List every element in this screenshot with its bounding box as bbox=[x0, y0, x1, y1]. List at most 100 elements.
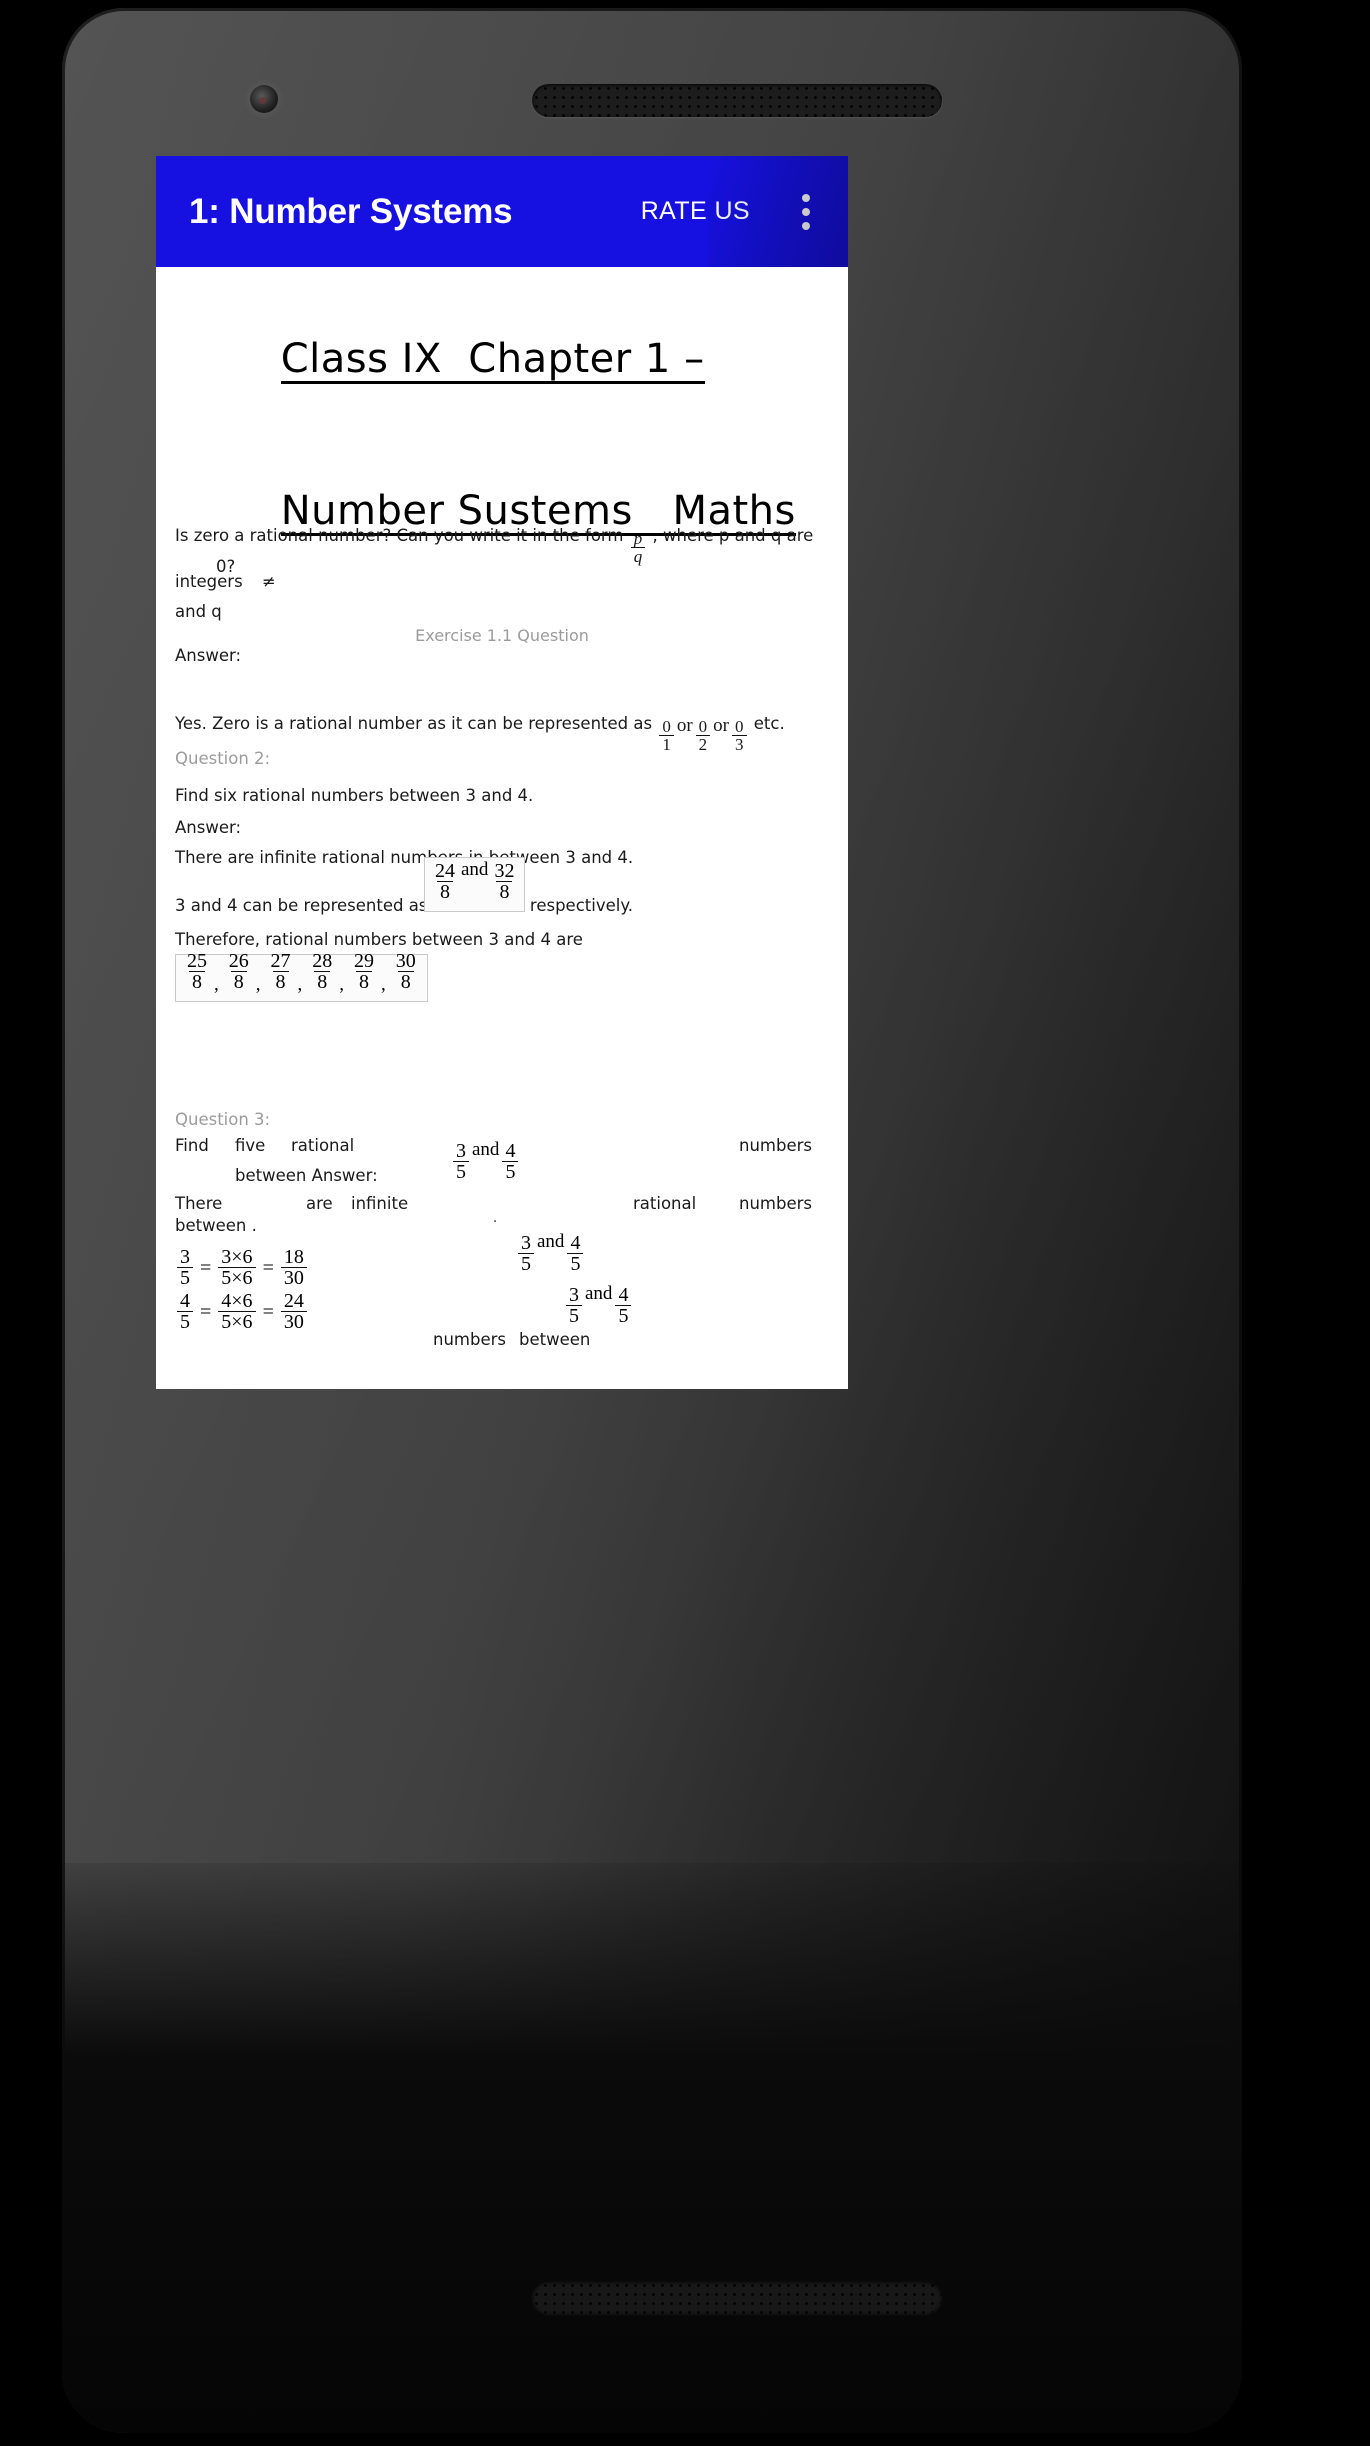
question-3-line-4-between: between . bbox=[175, 1216, 257, 1235]
fraction-3-over-5: 35 bbox=[518, 1233, 534, 1275]
fraction-denominator: 2 bbox=[695, 734, 711, 753]
question-2-line-2-after: respectively. bbox=[529, 896, 633, 915]
equals-sign: = bbox=[262, 1257, 274, 1280]
question-2-line-2-before: 3 and 4 can be represented as bbox=[175, 896, 428, 915]
fraction-numerator: 4 bbox=[570, 1232, 581, 1254]
question-3-line-3-rational: rational bbox=[633, 1194, 697, 1213]
fraction-numerator: 29 bbox=[354, 950, 374, 972]
not-equal-icon: ≠ bbox=[261, 572, 276, 592]
fraction-3x6-over-5x6: 3×6 5×6 bbox=[218, 1246, 256, 1289]
more-vert-icon[interactable] bbox=[778, 177, 834, 247]
fraction-denominator: 8 bbox=[314, 971, 331, 993]
exercise-label: Exercise 1.1 Question bbox=[415, 626, 589, 645]
or-label: or bbox=[676, 715, 693, 736]
question-2-text: Find six rational numbers between 3 and … bbox=[175, 786, 534, 805]
fraction-numerator: 4×6 bbox=[221, 1290, 253, 1312]
fraction-numerator: 26 bbox=[228, 950, 249, 972]
fraction-numerator: 28 bbox=[312, 950, 333, 972]
fraction-denominator: 5×6 bbox=[218, 1311, 256, 1333]
fraction-numerator: 30 bbox=[395, 950, 416, 972]
question-1-answer-text-after: etc. bbox=[753, 714, 785, 733]
question-1-answer-text: Yes. Zero is a rational number as it can… bbox=[175, 713, 835, 759]
fraction-separator: , bbox=[214, 973, 219, 995]
question-3-label: Question 3: bbox=[175, 1110, 271, 1129]
earpiece-speaker-icon bbox=[532, 84, 942, 117]
fraction-numerator: 3×6 bbox=[221, 1246, 253, 1268]
fraction-numerator: 0 bbox=[698, 716, 708, 736]
question-2-label: Question 2: bbox=[175, 749, 271, 768]
question-3-line-1-five: five bbox=[235, 1136, 266, 1155]
equals-sign: = bbox=[200, 1257, 212, 1280]
more-vert-dot bbox=[802, 193, 810, 202]
equation-row-2: 45 = 4×6 5×6 = 24 30 bbox=[175, 1291, 309, 1339]
fraction-pair-3-5-and-4-5-secondary: 3 5 and 4 5 bbox=[516, 1231, 585, 1281]
question-2-answer-line-2: 3 and 4 can be represented as respective… bbox=[175, 895, 633, 917]
fraction-denominator: 3 bbox=[732, 734, 747, 753]
fraction-row: 25 8, 26 8, 27 8, 28 8, 29 8, 30 8 bbox=[182, 951, 421, 999]
document-content[interactable]: Class IX Chapter 1 – Number Sustems Math… bbox=[156, 267, 848, 1389]
fraction-3-over-5-lhs: 35 bbox=[177, 1247, 193, 1289]
phone-screen: 1: Number Systems RATE US Class IX Chapt… bbox=[156, 156, 848, 1389]
question-3-line-2-between-answer: between Answer: bbox=[235, 1166, 378, 1185]
fraction-29-over-8: 29 8 bbox=[351, 951, 377, 993]
and-label: and bbox=[472, 1139, 500, 1160]
fraction-separator: , bbox=[255, 973, 261, 995]
fraction-25-over-8: 25 8 bbox=[184, 951, 210, 993]
or-label: or bbox=[713, 715, 729, 736]
question-3-line-1-numbers: numbers bbox=[739, 1136, 812, 1155]
and-label: and bbox=[585, 1283, 613, 1304]
fraction-4x6-over-5x6: 4×6 5×6 bbox=[218, 1290, 256, 1333]
fraction-24-over-8: 24 8 bbox=[432, 861, 458, 903]
result-fraction-list: 25 8, 26 8, 27 8, 28 8, 29 8, 30 8 bbox=[175, 951, 428, 1002]
front-camera-icon bbox=[250, 85, 278, 113]
fraction-denominator: 8 bbox=[397, 971, 414, 993]
rate-us-button[interactable]: RATE US bbox=[637, 187, 754, 236]
question-1-text-before: Is zero a rational number? Can you write… bbox=[175, 526, 624, 545]
fraction-denominator: 5 bbox=[177, 1267, 193, 1289]
fraction-numerator: 3 bbox=[569, 1284, 579, 1306]
fraction-numerator: 27 bbox=[270, 950, 291, 972]
fraction-27-over-8: 27 8 bbox=[268, 951, 294, 993]
fraction-numerator: 3 bbox=[521, 1232, 531, 1254]
fraction-denominator: 5 bbox=[502, 1161, 519, 1183]
boxed-fraction-group-24-32: 24 8 and 32 8 bbox=[424, 857, 526, 912]
question-3-line-1-find: Find bbox=[175, 1136, 209, 1155]
question-1-answer-label: Answer: bbox=[175, 646, 242, 665]
fraction-numerator: 0 bbox=[735, 716, 744, 736]
fraction-denominator: 8 bbox=[189, 971, 205, 993]
fraction-numerator: 25 bbox=[187, 950, 207, 972]
question-2-answer-line-1: There are infinite rational numbers in b… bbox=[175, 848, 634, 867]
question-2-answer-label: Answer: bbox=[175, 818, 242, 837]
fraction-denominator: 5 bbox=[177, 1311, 193, 1333]
fraction-32-over-8: 32 8 bbox=[491, 861, 517, 903]
device-bottom-shade bbox=[62, 1863, 1242, 2433]
fraction-numerator: 3 bbox=[456, 1140, 466, 1162]
fraction-denominator: 1 bbox=[659, 734, 674, 753]
fraction-30-over-8: 30 8 bbox=[393, 951, 419, 993]
app-bar: 1: Number Systems RATE US bbox=[156, 156, 848, 267]
fraction-denominator: 5 bbox=[453, 1161, 469, 1183]
fraction-denominator: 8 bbox=[356, 971, 372, 993]
fraction-numerator: 24 bbox=[435, 860, 455, 882]
fraction-18-over-30: 18 30 bbox=[280, 1247, 307, 1289]
fraction-denominator: 8 bbox=[496, 881, 513, 903]
fraction-denominator: 5 bbox=[566, 1305, 582, 1327]
fraction-pair-3-5-and-4-5-tertiary: 3 5 and 4 5 bbox=[564, 1283, 633, 1333]
question-3-line-3-are: are bbox=[306, 1194, 333, 1213]
fraction-pair-3-5-and-4-5-primary: 3 5 and 4 5 bbox=[451, 1139, 520, 1189]
fraction-numerator: 4 bbox=[180, 1290, 190, 1312]
fraction-3-over-5: 35 bbox=[453, 1141, 469, 1183]
fraction-denominator: 8 bbox=[272, 971, 289, 993]
fraction-numerator: 0 bbox=[662, 716, 671, 736]
question-1-answer-text-before: Yes. Zero is a rational number as it can… bbox=[175, 714, 653, 733]
equals-sign: = bbox=[200, 1301, 212, 1324]
question-3-stray-period: . bbox=[493, 1211, 498, 1226]
fraction-numerator: 32 bbox=[494, 860, 515, 882]
fraction-separator: , bbox=[297, 973, 303, 995]
fraction-denominator: 30 bbox=[280, 1311, 307, 1333]
fraction-numerator: p bbox=[633, 528, 643, 548]
and-label: and bbox=[461, 859, 489, 880]
document-heading-line-1-text: Class IX Chapter 1 – bbox=[280, 336, 705, 384]
equals-sign: = bbox=[262, 1301, 274, 1324]
more-vert-dot bbox=[802, 207, 810, 216]
